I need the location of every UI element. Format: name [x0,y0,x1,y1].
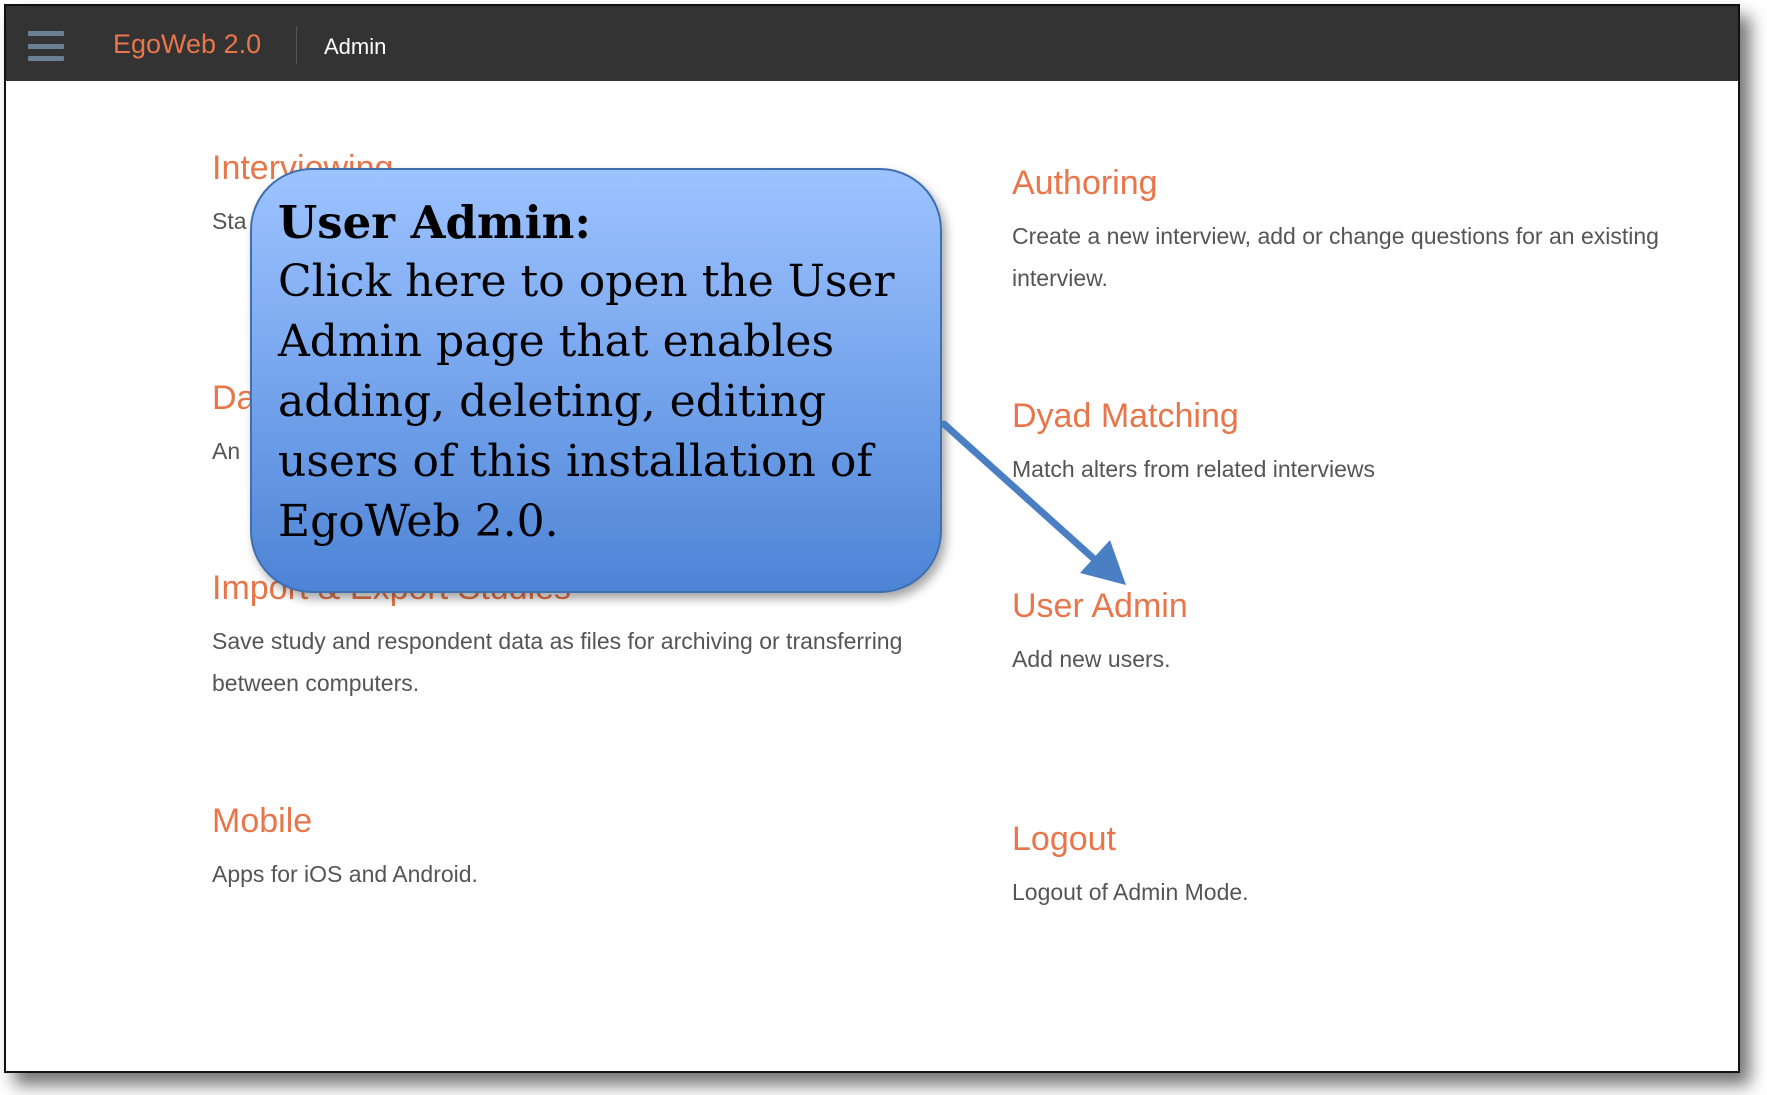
dyad-matching-link[interactable]: Dyad Matching [1012,394,1239,438]
authoring-link[interactable]: Authoring [1012,161,1158,205]
section-mobile: Mobile Apps for iOS and Android. [212,799,992,895]
nav-admin-link[interactable]: Admin [324,32,386,62]
callout-body: Click here to open the User Admin page t… [278,256,895,547]
logout-link[interactable]: Logout [1012,817,1116,861]
import-export-description: Save study and respondent data as files … [212,628,903,696]
hamburger-menu-icon[interactable] [28,31,64,61]
user-admin-callout: User Admin: Click here to open the User … [250,168,942,593]
user-admin-link[interactable]: User Admin [1012,584,1188,628]
logout-description: Logout of Admin Mode. [1012,879,1249,905]
callout-title: User Admin: [278,196,592,249]
section-dyad-matching: Dyad Matching Match alters from related … [1012,394,1732,490]
mobile-description: Apps for iOS and Android. [212,861,478,887]
section-user-admin: User Admin Add new users. [1012,584,1732,680]
dyad-matching-description: Match alters from related interviews [1012,456,1376,482]
user-admin-description: Add new users. [1012,646,1171,672]
navbar-divider [296,26,297,64]
authoring-description: Create a new interview, add or change qu… [1012,223,1659,291]
mobile-link[interactable]: Mobile [212,799,312,843]
top-navbar: EgoWeb 2.0 Admin [6,6,1738,81]
data-link[interactable]: Da [212,376,255,420]
section-logout: Logout Logout of Admin Mode. [1012,817,1732,913]
section-authoring: Authoring Create a new interview, add or… [1012,161,1732,299]
brand-link[interactable]: EgoWeb 2.0 [113,26,261,62]
